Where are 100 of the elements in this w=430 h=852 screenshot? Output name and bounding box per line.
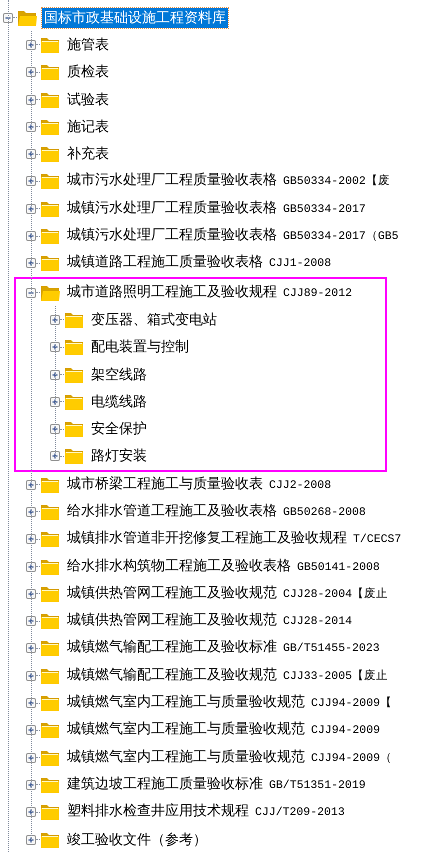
tree-item[interactable]: 国标市政基础设施工程资料库 — [42, 8, 228, 28]
open-folder-icon — [17, 8, 38, 27]
expand-icon[interactable] — [26, 588, 36, 599]
expand-icon[interactable] — [50, 314, 60, 325]
expand-icon[interactable] — [50, 342, 60, 352]
expand-icon[interactable] — [26, 122, 36, 132]
expand-icon[interactable] — [26, 780, 36, 790]
expand-icon[interactable] — [26, 40, 36, 50]
standard-code: GB50268-2008 — [283, 504, 366, 521]
expand-icon[interactable] — [26, 506, 36, 517]
tree-item[interactable]: 城镇燃气输配工程施工及验收规范 CJJ33-2005【废止 — [65, 664, 390, 687]
expand-icon[interactable] — [26, 834, 36, 845]
tree-item[interactable]: 安全保护 — [89, 419, 149, 440]
standard-code: CJJ1-2008 — [269, 256, 332, 272]
standard-code: CJJ94-2009【 — [311, 696, 392, 712]
standard-code: CJJ33-2005【废止 — [283, 668, 388, 685]
folder-icon — [64, 338, 85, 356]
folder-icon — [40, 118, 61, 136]
tree-item[interactable]: 城镇燃气室内工程施工与质量验收规范 CJJ94-2009 — [65, 719, 382, 742]
folder-icon — [40, 666, 61, 685]
folder-icon — [40, 612, 61, 630]
tree-item[interactable]: 电缆线路 — [89, 392, 149, 412]
tree-item[interactable]: 城镇燃气室内工程施工与质量验收规范 CJJ94-2009【 — [65, 692, 394, 714]
folder-icon — [40, 803, 61, 822]
expand-icon[interactable] — [26, 258, 36, 268]
folder-icon — [40, 639, 61, 658]
expand-icon[interactable] — [26, 752, 36, 763]
expand-icon[interactable] — [26, 725, 36, 736]
standard-code: CJJ2-2008 — [269, 478, 332, 494]
folder-icon — [40, 145, 61, 164]
standard-code: GB50334-2017 — [283, 202, 366, 218]
folder-icon — [40, 530, 61, 548]
folder-icon — [64, 392, 85, 411]
expand-icon[interactable] — [26, 534, 36, 544]
expand-icon[interactable] — [26, 480, 36, 490]
tree-item[interactable]: 架空线路 — [89, 364, 149, 384]
expand-icon[interactable] — [26, 807, 36, 818]
expand-icon[interactable] — [26, 616, 36, 626]
tree-item[interactable]: 配电装置与控制 — [89, 337, 191, 358]
folder-icon — [40, 36, 61, 54]
folder-icon — [40, 558, 61, 576]
expand-icon[interactable] — [26, 562, 36, 572]
tree-item[interactable]: 路灯安装 — [89, 446, 149, 466]
expand-icon[interactable] — [26, 94, 36, 105]
folder-icon — [40, 694, 61, 712]
folder-icon — [64, 310, 85, 329]
tree-item[interactable]: 城镇污水处理厂工程质量验收表格 GB50334-2017 — [65, 198, 368, 220]
expand-icon[interactable] — [26, 204, 36, 214]
tree-item[interactable]: 施管表 — [65, 34, 111, 55]
standard-code: CJJ28-2004【废止 — [283, 586, 388, 603]
folder-icon — [40, 502, 61, 521]
tree-item[interactable]: 城市污水处理厂工程质量验收表格 GB50334-2002【废 — [65, 170, 392, 192]
expand-icon[interactable] — [26, 231, 36, 242]
tree-item[interactable]: 城镇道路工程施工质量验收表格 CJJ1-2008 — [65, 252, 334, 274]
expand-icon[interactable] — [50, 370, 60, 380]
folder-icon — [64, 366, 85, 384]
expand-icon[interactable] — [26, 643, 36, 654]
tree-item[interactable]: 给水排水管道工程施工及验收表格 GB50268-2008 — [65, 500, 368, 523]
expand-icon[interactable] — [50, 424, 60, 434]
expand-icon[interactable] — [26, 698, 36, 708]
tree-item[interactable]: 建筑边坡工程施工质量验收标准 GB/T51351-2019 — [65, 774, 368, 796]
folder-icon — [64, 420, 85, 438]
tree-item[interactable]: 补充表 — [65, 144, 111, 164]
standard-code: GB50334-2002【废 — [283, 173, 390, 190]
tree-item[interactable]: 质检表 — [65, 62, 111, 82]
tree-item[interactable]: 城镇供热管网工程施工及验收规范 CJJ28-2014 — [65, 610, 354, 632]
tree-item[interactable]: 城镇燃气室内工程施工与质量验收规范 CJJ94-2009（ — [65, 746, 394, 769]
expand-icon[interactable] — [50, 396, 60, 407]
tree-item[interactable]: 城市桥梁工程施工与质量验收表 CJJ2-2008 — [65, 474, 334, 496]
expand-icon[interactable] — [26, 670, 36, 681]
tree-item[interactable]: 城镇排水管道非开挖修复工程施工及验收规程 T/CECS7 — [65, 528, 404, 550]
standard-code: GB/T51455-2023 — [283, 641, 380, 658]
expand-icon[interactable] — [26, 67, 36, 78]
tree-item[interactable]: 变压器、箱式变电站 — [89, 310, 219, 330]
folder-icon — [64, 447, 85, 466]
folder-icon — [40, 721, 61, 740]
standard-code: CJJ94-2009 — [311, 723, 380, 740]
collapse-icon[interactable] — [3, 12, 13, 23]
expand-icon[interactable] — [26, 176, 36, 186]
collapse-icon[interactable] — [26, 288, 36, 298]
standard-code: GB50141-2008 — [297, 560, 380, 576]
tree-item[interactable]: 城镇供热管网工程施工及验收规范 CJJ28-2004【废止 — [65, 582, 390, 605]
expand-icon[interactable] — [50, 451, 60, 462]
tree-item[interactable]: 塑料排水检查井应用技术规程 CJJ/T209-2013 — [65, 801, 347, 824]
tree-item[interactable]: 城市道路照明工程施工及验收规程 CJJ89-2012 — [65, 282, 354, 304]
tree-item[interactable]: 竣工验收文件（参考） — [65, 830, 209, 850]
tree-item[interactable]: 试验表 — [65, 90, 111, 110]
tree-item[interactable]: 城镇燃气输配工程施工及验收标准 GB/T51455-2023 — [65, 637, 382, 660]
tree-item[interactable]: 城镇污水处理厂工程质量验收表格 GB50334-2017（GB5 — [65, 225, 401, 248]
tree-item[interactable]: 给水排水构筑物工程施工及验收表格 GB50141-2008 — [65, 556, 382, 578]
folder-icon — [40, 584, 61, 603]
standard-code: GB/T51351-2019 — [269, 778, 366, 794]
standard-code: CJJ/T209-2013 — [255, 805, 345, 822]
folder-icon — [40, 830, 61, 849]
standard-code: GB50334-2017（GB5 — [283, 229, 399, 246]
tree-item[interactable]: 施记表 — [65, 116, 111, 137]
standard-code: T/CECS7 — [353, 532, 402, 548]
expand-icon[interactable] — [26, 149, 36, 160]
standard-code: CJJ94-2009（ — [311, 750, 392, 767]
folder-icon — [40, 200, 61, 218]
